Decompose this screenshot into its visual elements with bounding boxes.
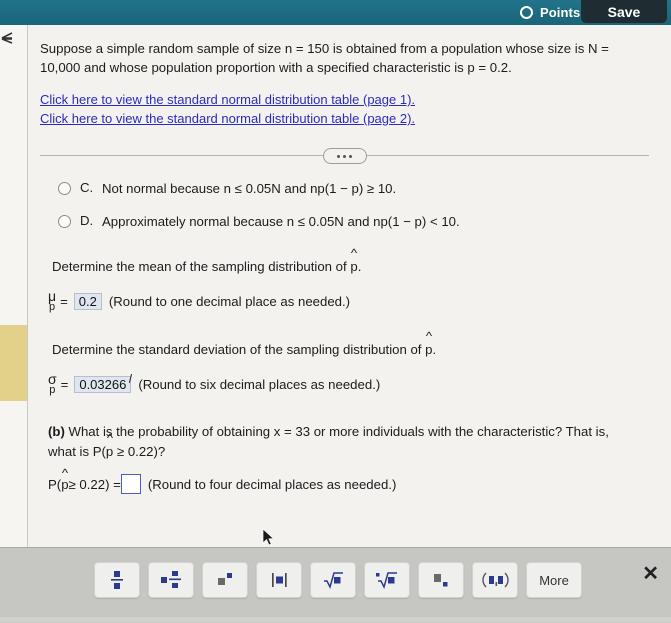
sigma-p-hat-symbol: σ p [48, 372, 57, 396]
more-symbols-button[interactable]: More [526, 562, 582, 598]
choice-text-c: Not normal because n ≤ 0.05N and np(1 − … [102, 181, 397, 196]
top-bar: Points: 0 of 1 Save [0, 0, 671, 25]
part-b-answer-mid: ≥ 0.22) = [68, 476, 121, 492]
close-keypad-icon[interactable]: ✕ [642, 564, 659, 584]
sd-answer-row: σ p = 0.03266 (Round to six decimal plac… [48, 372, 655, 396]
mean-prompt: Determine the mean of the sampling distr… [52, 256, 655, 276]
part-b-rounding-note: (Round to four decimal places as needed.… [147, 476, 397, 492]
left-rail [0, 25, 28, 623]
part-b-line2-pre: what is P( [48, 444, 106, 459]
rail-highlight-marker [0, 325, 27, 401]
p-hat-symbol: p [425, 339, 432, 359]
sd-prompt-text: Determine the standard deviation of the … [52, 342, 426, 357]
mixed-number-key[interactable] [148, 562, 194, 598]
homework-question-screen: Points: 0 of 1 Save Suppose a simple ran… [0, 0, 671, 623]
choice-letter-c: C. [80, 180, 94, 195]
exponent-key[interactable] [202, 562, 248, 598]
normal-table-page1-link[interactable]: Click here to view the standard normal d… [40, 91, 415, 109]
dot-2-icon [343, 154, 346, 158]
part-b-label: (b) [48, 424, 65, 439]
mean-prompt-text: Determine the mean of the sampling distr… [52, 259, 351, 274]
sd-prompt-period: . [432, 342, 437, 357]
choice-option-d[interactable]: D. Approximately normal because n ≤ 0.05… [58, 213, 655, 230]
part-b-line2-post: ≥ 0.22)? [113, 444, 166, 459]
dot-3-icon [349, 154, 352, 158]
normal-table-page2-link[interactable]: Click here to view the standard normal d… [40, 110, 415, 128]
part-b-prompt: (b) What is the probability of obtaining… [48, 422, 648, 461]
mu-p-hat-symbol: μ p [48, 289, 56, 313]
sd-rounding-note: (Round to six decimal places as needed.) [138, 376, 381, 392]
nth-root-key[interactable] [364, 562, 410, 598]
dot-1-icon [337, 154, 340, 158]
radio-button-d[interactable] [58, 215, 71, 228]
fraction-key[interactable] [94, 562, 140, 598]
progress-circle-icon [519, 6, 533, 19]
question-content: Suppose a simple random sample of size n… [28, 25, 671, 548]
p-hat-symbol: p [106, 441, 113, 461]
interval-notation-key[interactable] [472, 562, 518, 598]
mu-subscript: p [48, 301, 56, 313]
sd-prompt: Determine the standard deviation of the … [52, 339, 655, 359]
part-b-input[interactable] [120, 474, 141, 494]
part-b-line1: What is the probability of obtaining x =… [68, 424, 609, 439]
p-hat-symbol: p [61, 476, 68, 492]
square-root-key[interactable] [310, 562, 356, 598]
section-divider [40, 148, 649, 164]
subscript-key[interactable] [418, 562, 464, 598]
choice-option-c[interactable]: C. Not normal because n ≤ 0.05N and np(1… [58, 180, 655, 197]
math-keypad: More ✕ [0, 547, 671, 623]
part-b-answer-pre: P( [48, 476, 62, 492]
choice-letter-d: D. [80, 213, 94, 228]
p-hat-symbol: p [350, 256, 357, 276]
absolute-value-key[interactable] [256, 562, 302, 598]
radio-button-c[interactable] [58, 182, 71, 195]
part-b-answer-row: P(p ≥ 0.22) = (Round to four decimal pla… [48, 474, 655, 494]
choice-text-d: Approximately normal because n ≤ 0.05N a… [102, 214, 460, 229]
sd-equals-sign: = [60, 376, 69, 392]
bottom-strip [0, 617, 671, 623]
mean-answer-row: μ p = 0.2 (Round to one decimal place as… [48, 289, 655, 313]
mean-equals-sign: = [60, 293, 68, 309]
mean-input[interactable]: 0.2 [73, 292, 102, 310]
reference-table-links: Click here to view the standard normal d… [40, 91, 655, 128]
mean-prompt-period: . [357, 259, 362, 274]
previous-arrow-icon[interactable] [0, 28, 18, 50]
expand-collapse-pill[interactable] [322, 148, 367, 164]
mean-rounding-note: (Round to one decimal place as needed.) [108, 293, 351, 309]
question-stem: Suppose a simple random sample of size n… [40, 41, 609, 75]
save-button[interactable]: Save [581, 0, 667, 23]
math-keypad-keys: More [94, 562, 582, 598]
sd-input[interactable]: 0.03266 [74, 375, 132, 393]
sigma-subscript: p [49, 384, 56, 396]
